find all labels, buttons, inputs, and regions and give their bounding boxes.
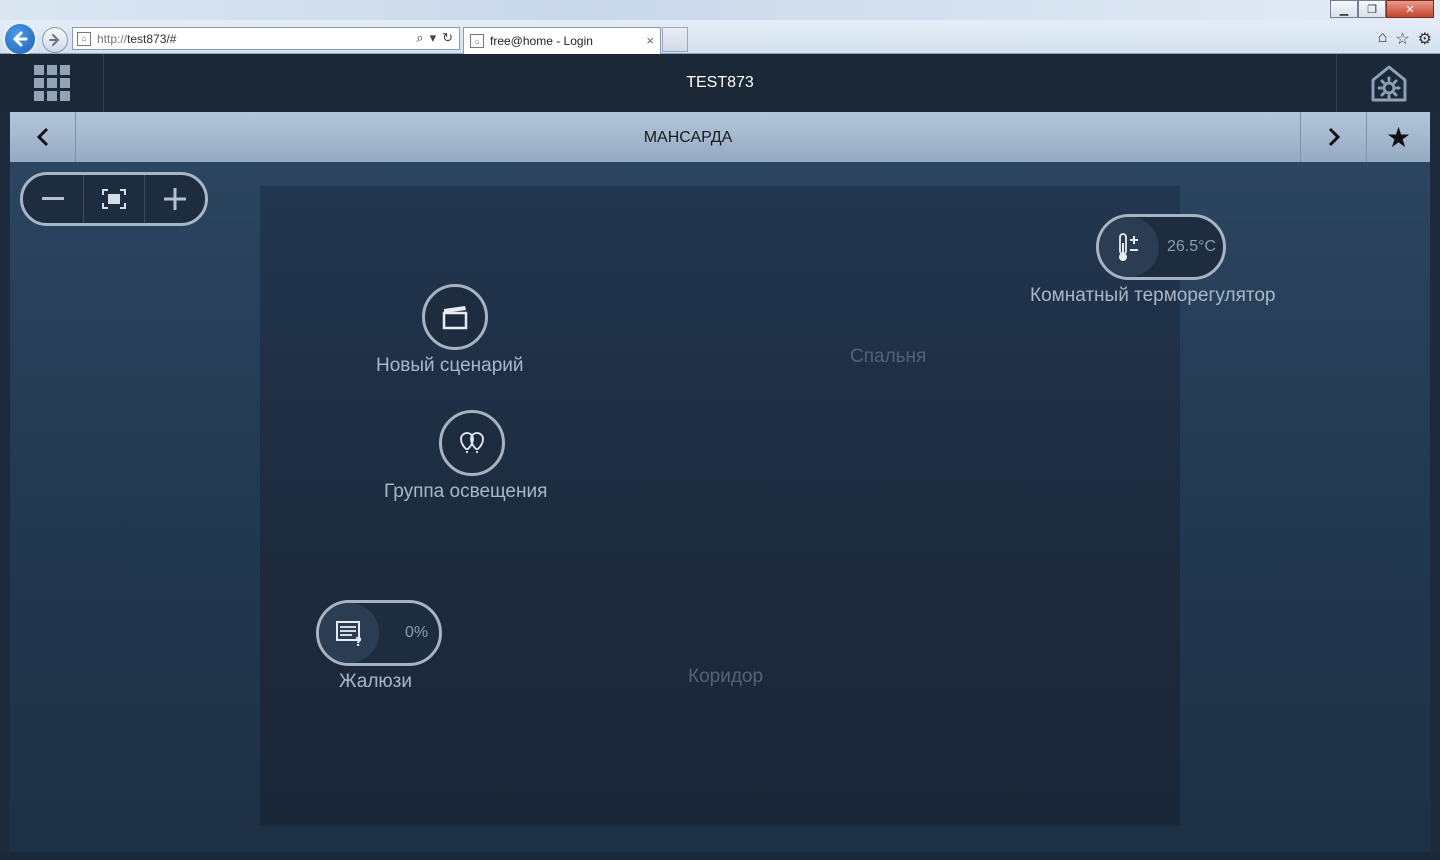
refresh-icon[interactable]: ↻: [442, 30, 453, 46]
forward-button[interactable]: [42, 27, 68, 53]
minimize-button[interactable]: ▁: [1330, 0, 1358, 18]
home-icon[interactable]: ⌂: [1378, 29, 1388, 49]
address-url: http://test873/#: [97, 32, 176, 46]
url-host: test873/#: [127, 31, 177, 46]
blinds-control[interactable]: ? 0%: [316, 600, 442, 666]
minus-icon: [42, 197, 64, 200]
thermostat-value: 26.5°C: [1167, 238, 1217, 255]
back-button[interactable]: [3, 22, 37, 56]
light-group-button[interactable]: [439, 410, 505, 476]
floor-navigation-bar: МАНСАРДА ★: [10, 112, 1430, 162]
previous-floor-button[interactable]: [10, 112, 76, 162]
restore-button[interactable]: ❐: [1358, 0, 1386, 18]
search-icon[interactable]: ⌕: [416, 30, 423, 46]
floor-plan: [260, 186, 1180, 826]
tab-favicon-icon: ⌂: [470, 34, 484, 48]
room-label-corridor: Коридор: [688, 666, 764, 687]
system-title: TEST873: [686, 74, 754, 91]
thermostat-control[interactable]: 26.5°C: [1096, 214, 1226, 280]
window-controls: ▁ ❐ ✕: [1330, 0, 1434, 18]
window-title-strip: [0, 0, 1440, 20]
tab-close-icon[interactable]: ×: [646, 33, 654, 48]
fit-screen-icon: [102, 189, 126, 209]
browser-toolbar-icons: ⌂ ☆ ⚙: [1378, 29, 1432, 49]
tab-title: free@home - Login: [490, 34, 593, 48]
light-group-label: Группа освещения: [384, 481, 548, 502]
zoom-in-button[interactable]: [145, 175, 205, 223]
scene-clapper-icon: [442, 306, 468, 330]
dropdown-icon[interactable]: ▾: [430, 30, 437, 46]
close-window-button[interactable]: ✕: [1386, 0, 1434, 18]
light-bulbs-icon: [460, 432, 484, 453]
address-bar[interactable]: ⌂ http://test873/# ⌕ ▾ ↻: [72, 27, 460, 50]
zoom-control: [20, 172, 208, 226]
url-protocol: http://: [97, 31, 128, 46]
star-icon: ★: [1385, 121, 1412, 153]
forward-arrow-icon: [49, 34, 60, 46]
chevron-left-icon: [36, 127, 48, 147]
app-header: TEST873: [0, 54, 1440, 112]
svg-text:?: ?: [355, 635, 362, 647]
zoom-out-button[interactable]: [23, 175, 84, 223]
tools-gear-icon[interactable]: ⚙: [1418, 29, 1432, 49]
page-favicon-icon: ⌂: [77, 31, 91, 46]
back-arrow-icon: [13, 31, 28, 47]
chevron-right-icon: [1328, 127, 1340, 147]
scene-button[interactable]: [422, 284, 488, 350]
blinds-label: Жалюзи: [339, 671, 412, 692]
new-tab-button[interactable]: [662, 27, 688, 52]
floor-title: МАНСАРДА: [643, 129, 733, 146]
favorites-star-icon[interactable]: ☆: [1395, 29, 1409, 49]
room-label-bedroom: Спальня: [850, 346, 927, 367]
house-gear-icon: [1371, 65, 1406, 102]
blinds-value: 0%: [405, 624, 429, 641]
scene-label: Новый сценарий: [376, 355, 524, 376]
browser-chrome: ▁ ❐ ✕ ⌂ http://test873/# ⌕ ▾ ↻ ⌂ free@ho…: [0, 0, 1440, 56]
next-floor-button[interactable]: [1300, 112, 1366, 162]
house-settings-button[interactable]: [1336, 54, 1440, 112]
blinds-icon: ?: [319, 603, 379, 663]
fit-to-screen-button[interactable]: [84, 175, 145, 223]
plus-icon: [164, 188, 186, 210]
browser-tab[interactable]: ⌂ free@home - Login ×: [463, 27, 661, 54]
bottom-border: [0, 852, 1440, 860]
address-tools: ⌕ ▾ ↻: [416, 30, 453, 46]
thermostat-label: Комнатный терморегулятор: [1030, 285, 1276, 306]
thermometer-icon: [1099, 217, 1159, 277]
favorite-button[interactable]: ★: [1366, 112, 1430, 162]
